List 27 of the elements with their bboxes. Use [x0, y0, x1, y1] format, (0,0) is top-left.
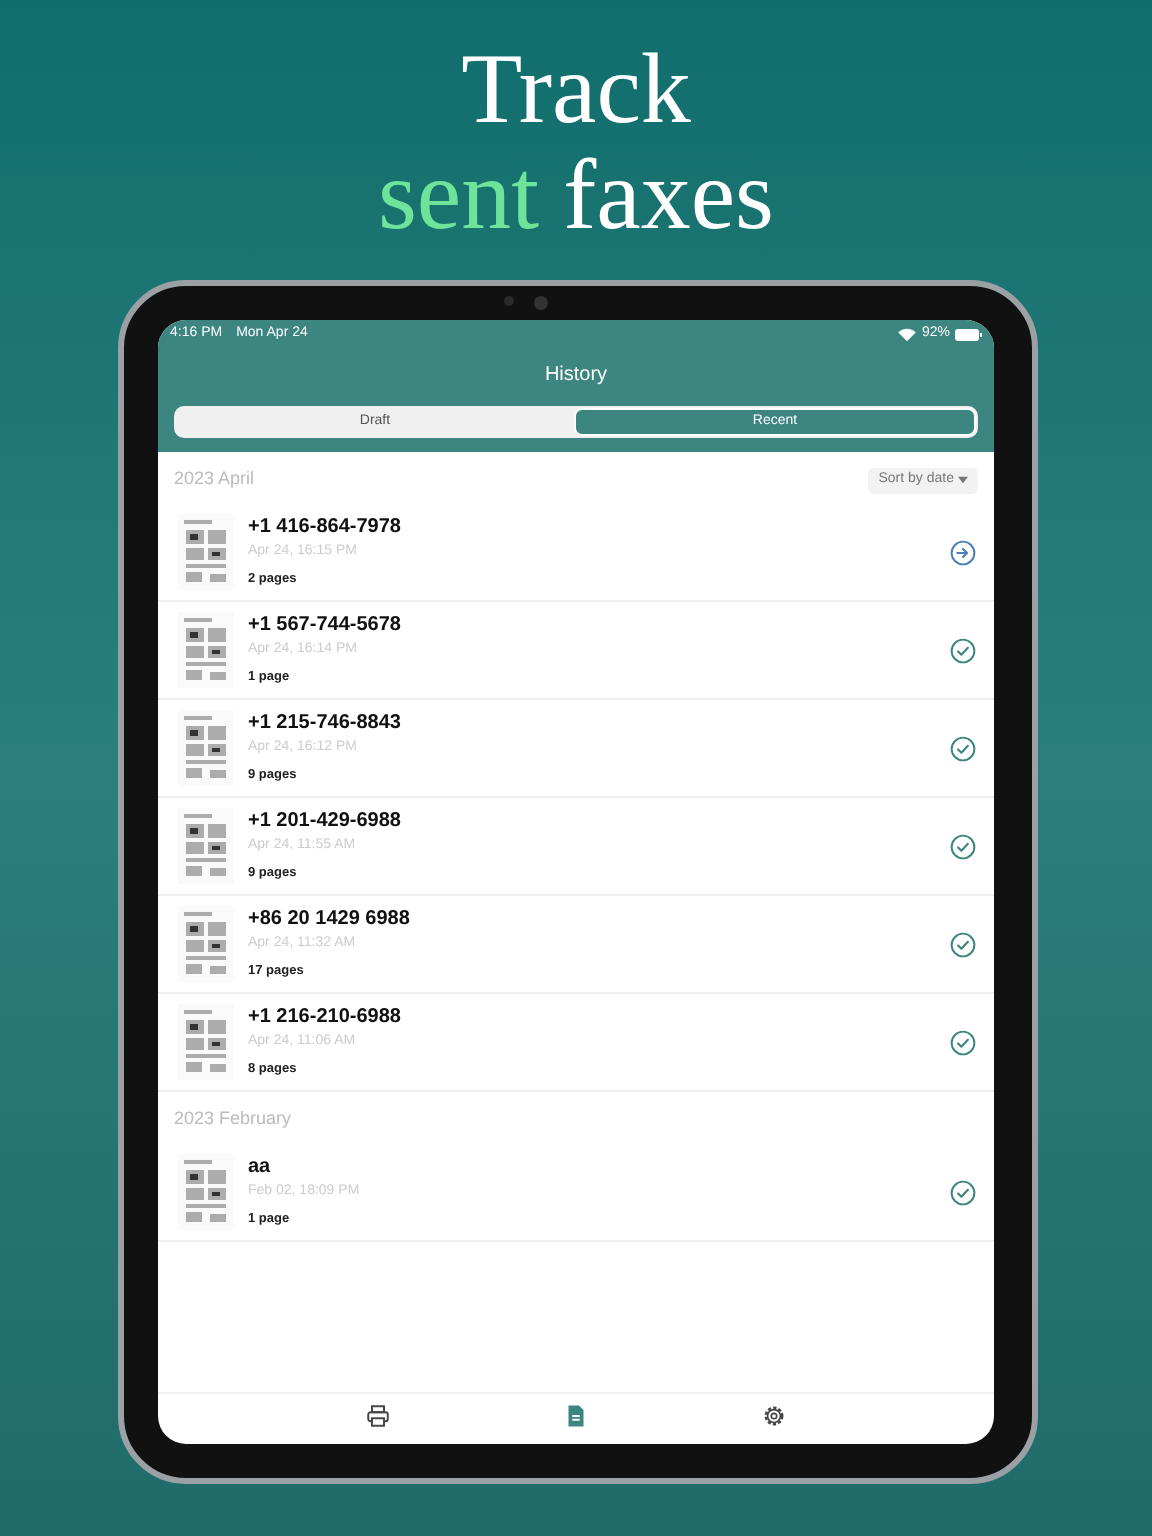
- fax-number: +1 215-746-8843: [248, 711, 403, 735]
- section-title: 2023 February: [174, 1106, 292, 1133]
- check-circle-icon: [950, 931, 976, 957]
- headline-highlight: sent: [377, 140, 540, 248]
- check-circle-icon: [950, 1029, 976, 1055]
- camera-icon: [504, 296, 514, 306]
- screen-title: History: [542, 362, 610, 388]
- printer-icon[interactable]: [363, 1402, 392, 1430]
- check-circle-icon: [950, 637, 976, 663]
- check-circle-icon: [950, 833, 976, 859]
- fax-number: +86 20 1429 6988: [248, 907, 412, 931]
- settings-icon[interactable]: [760, 1402, 789, 1430]
- wifi-icon: [897, 328, 916, 342]
- headline-title: Track: [461, 36, 691, 140]
- camera-icon: [534, 296, 548, 310]
- arrow-circle-icon: [950, 539, 976, 565]
- check-circle-icon: [950, 1179, 976, 1205]
- caret-icon: [958, 476, 968, 484]
- fax-number: +1 201-429-6988: [248, 809, 403, 833]
- fax-number: +1 216-210-6988: [248, 1005, 403, 1029]
- fax-number: +1 416-864-7978: [248, 515, 403, 539]
- fax-number: aa: [248, 1155, 273, 1179]
- battery-icon: [954, 328, 982, 342]
- section-title: 2023 April: [174, 466, 255, 493]
- check-circle-icon: [950, 735, 976, 761]
- headline-title: faxes: [563, 140, 775, 248]
- fax-number: +1 567-744-5678: [248, 613, 403, 637]
